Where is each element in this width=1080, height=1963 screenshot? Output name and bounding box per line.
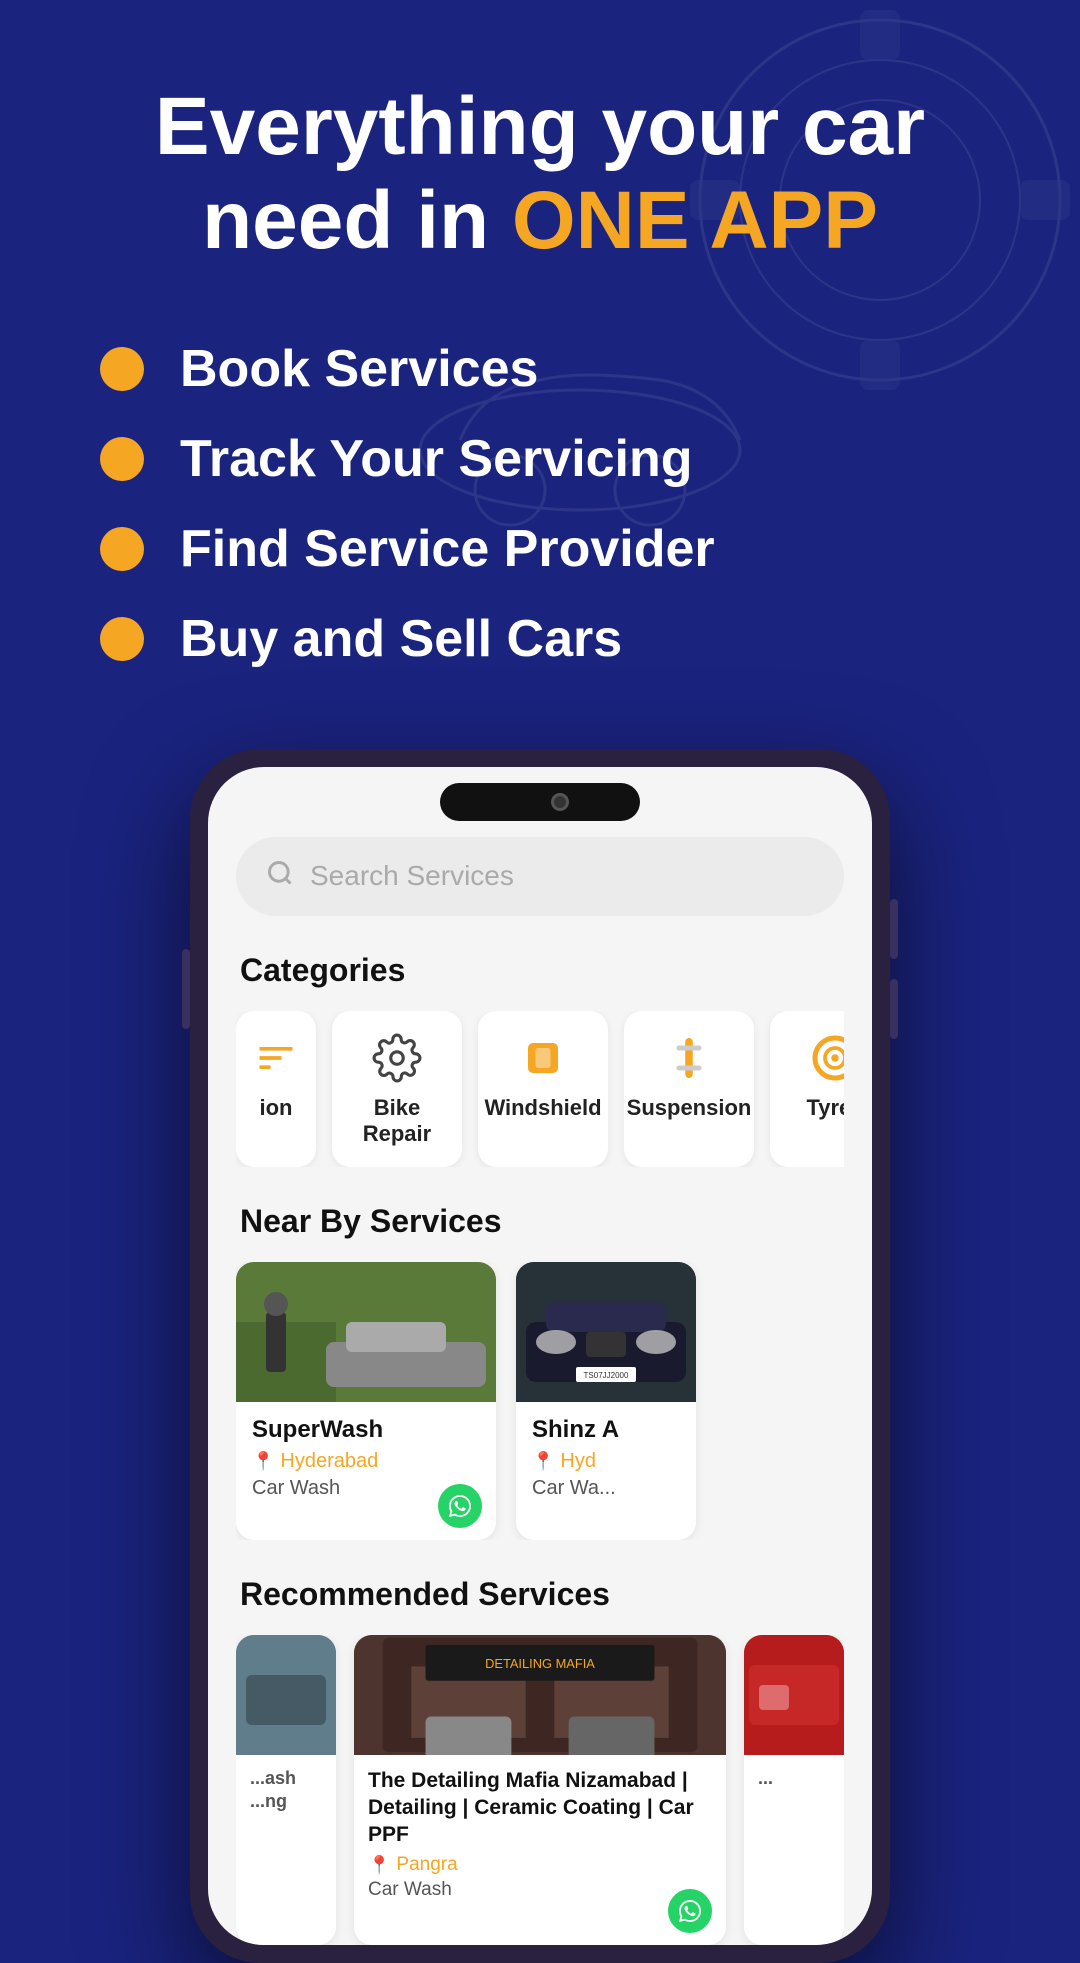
shinz-image: TS07JJ2000 <box>516 1262 696 1402</box>
feature-label-3: Find Service Provider <box>180 519 715 579</box>
rec-img-partial-left <box>236 1635 336 1755</box>
service-card-shinz[interactable]: TS07JJ2000 Shinz A 📍 Hyd Car Wa. <box>516 1262 696 1540</box>
feature-item-2: Track Your Servicing <box>100 429 1020 489</box>
shinz-type: Car Wa... <box>532 1477 680 1500</box>
front-camera <box>551 793 569 811</box>
nearby-row: SuperWash 📍 Hyderabad Car Wash <box>236 1262 844 1540</box>
rec-info-partial-left: ...ash...ng <box>236 1755 336 1864</box>
shinz-info: Shinz A 📍 Hyd Car Wa... <box>516 1402 696 1540</box>
search-bar[interactable]: Search Services <box>236 837 844 916</box>
hero-title-highlight: ONE APP <box>512 175 878 266</box>
rec-name-detailing: The Detailing Mafia Nizamabad | Detailin… <box>368 1767 712 1849</box>
superwash-location-row: 📍 Hyderabad <box>252 1450 480 1473</box>
category-item-windshield[interactable]: Windshield <box>478 1011 608 1167</box>
location-pin-icon: 📍 <box>252 1451 274 1472</box>
superwash-name: SuperWash <box>252 1416 480 1444</box>
cat-label-0: ion <box>260 1095 293 1121</box>
feature-label-1: Book Services <box>180 339 538 399</box>
phone-frame: Search Services Categories <box>190 749 890 1963</box>
search-placeholder-text: Search Services <box>310 860 514 892</box>
svg-text:DETAILING MAFIA: DETAILING MAFIA <box>485 1655 595 1670</box>
rec-info-partial-right: ... <box>744 1755 844 1840</box>
shinz-location-text: Hyd <box>560 1450 596 1473</box>
superwash-image <box>236 1262 496 1402</box>
recommended-row: ...ash...ng <box>236 1635 844 1946</box>
rec-card-detailing-mafia[interactable]: DETAILING MAFIA The Detailing Mafia Niza… <box>354 1635 726 1946</box>
rec-card-partial-left[interactable]: ...ash...ng <box>236 1635 336 1946</box>
feature-item-3: Find Service Provider <box>100 519 1020 579</box>
phone-mockup: Search Services Categories <box>60 749 1020 1963</box>
partial-cat-icon <box>249 1031 303 1085</box>
rec-location-text: Pangra <box>396 1854 457 1876</box>
shinz-location-row: 📍 Hyd <box>532 1450 680 1473</box>
bullet-4 <box>100 617 144 661</box>
feature-item-1: Book Services <box>100 339 1020 399</box>
power-button <box>182 949 190 1029</box>
category-item-suspension[interactable]: Suspension <box>624 1011 754 1167</box>
superwash-whatsapp-button[interactable] <box>438 1484 482 1528</box>
phone-screen-container: Search Services Categories <box>208 767 872 1946</box>
features-list: Book Services Track Your Servicing Find … <box>60 339 1020 669</box>
gear-icon <box>370 1031 424 1085</box>
location-pin-icon-2: 📍 <box>532 1451 554 1472</box>
windshield-icon <box>516 1031 570 1085</box>
nearby-title: Near By Services <box>236 1203 844 1240</box>
feature-label-2: Track Your Servicing <box>180 429 693 489</box>
categories-row: ion Bike Repair <box>236 1011 844 1167</box>
feature-item-4: Buy and Sell Cars <box>100 609 1020 669</box>
cat-label-1: Bike Repair <box>350 1095 444 1147</box>
superwash-location-text: Hyderabad <box>280 1450 378 1473</box>
search-icon <box>266 859 294 894</box>
bullet-1 <box>100 347 144 391</box>
bullet-3 <box>100 527 144 571</box>
shinz-name: Shinz A <box>532 1416 680 1444</box>
rec-img-detailing: DETAILING MAFIA <box>354 1635 726 1755</box>
service-card-superwash[interactable]: SuperWash 📍 Hyderabad Car Wash <box>236 1262 496 1540</box>
cat-label-3: Suspension <box>627 1095 752 1121</box>
rec-location-row: 📍 Pangra <box>368 1854 712 1876</box>
hero-title-line1: Everything your car <box>155 81 925 172</box>
rec-name-partial-right: ... <box>758 1767 830 1790</box>
rec-location-pin-icon: 📍 <box>368 1855 390 1876</box>
rec-img-partial-right <box>744 1635 844 1755</box>
category-item-tyres[interactable]: Tyres <box>770 1011 844 1167</box>
categories-title: Categories <box>236 952 844 989</box>
rec-type: Car Wash <box>368 1879 712 1901</box>
category-item-bike-repair[interactable]: Bike Repair <box>332 1011 462 1167</box>
rec-info-detailing: The Detailing Mafia Nizamabad | Detailin… <box>354 1755 726 1946</box>
hero-title: Everything your car need in ONE APP <box>60 80 1020 269</box>
rec-card-partial-right[interactable]: ... <box>744 1635 844 1946</box>
hero-title-line2: need in <box>202 175 512 266</box>
feature-label-4: Buy and Sell Cars <box>180 609 622 669</box>
rec-name-partial: ...ash...ng <box>250 1767 322 1814</box>
nearby-section: Near By Services <box>236 1203 844 1540</box>
main-content: Everything your car need in ONE APP Book… <box>0 0 1080 1963</box>
tyre-icon <box>808 1031 844 1085</box>
cat-label-2: Windshield <box>484 1095 601 1121</box>
phone-notch <box>440 783 640 821</box>
volume-down-button <box>890 979 898 1039</box>
cat-label-4: Tyres <box>806 1095 844 1121</box>
detailing-whatsapp-button[interactable] <box>668 1889 712 1933</box>
recommended-section: Recommended Services <box>236 1576 844 1946</box>
recommended-title: Recommended Services <box>236 1576 844 1613</box>
superwash-info: SuperWash 📍 Hyderabad Car Wash <box>236 1402 496 1540</box>
svg-text:TS07JJ2000: TS07JJ2000 <box>584 1371 629 1380</box>
category-item-partial[interactable]: ion <box>236 1011 316 1167</box>
suspension-icon <box>662 1031 716 1085</box>
bullet-2 <box>100 437 144 481</box>
app-screen: Search Services Categories <box>208 767 872 1946</box>
volume-up-button <box>890 899 898 959</box>
categories-section: Categories ion <box>236 952 844 1167</box>
